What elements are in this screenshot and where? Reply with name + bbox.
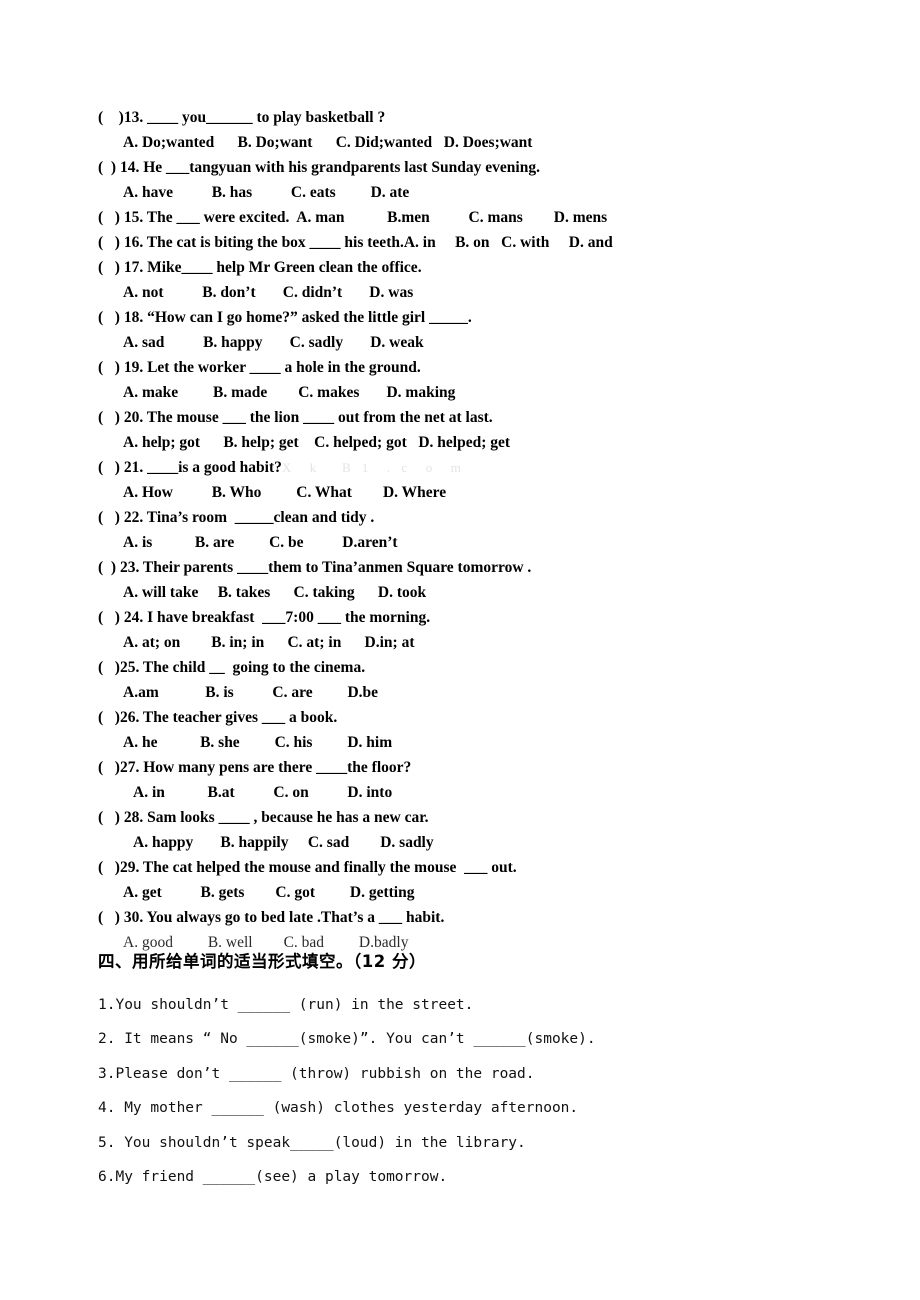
multiple-choice-block: ( )13. ____ you______ to play basketball… (98, 105, 888, 955)
question-stem-21: ( ) 21. ____is a good habit? (98, 459, 282, 476)
question-stem-25: ( )25. The child __ going to the cinema. (98, 659, 366, 676)
question-options-29: A. get B. gets C. got D. getting (123, 884, 415, 901)
question-options-24: A. at; on B. in; in C. at; in D.in; at (123, 634, 415, 651)
question-stem-27: ( )27. How many pens are there ____the f… (98, 759, 412, 776)
question-stem-21-row: ( ) 21. ____is a good habit?X k B 1 . c … (98, 455, 888, 480)
exam-page: ( )13. ____ you______ to play basketball… (0, 0, 920, 1300)
fill-item-2: 2. It means “ No ______(smoke)”. You can… (98, 1031, 596, 1048)
question-stem-23: ( ) 23. Their parents ____them to Tina’a… (98, 559, 532, 576)
question-options-21: A. How B. Who C. What D. Where (123, 484, 447, 501)
fill-item-5: 5. You shouldn’t speak_____(loud) in the… (98, 1134, 526, 1151)
question-options-14: A. have B. has C. eats D. ate (123, 184, 410, 201)
fill-item-3: 3.Please don’t ______ (throw) rubbish on… (98, 1065, 535, 1082)
question-stem-13: ( )13. ____ you______ to play basketball… (98, 109, 386, 126)
question-options-13: A. Do;wanted B. Do;want C. Did;wanted D.… (123, 134, 533, 151)
question-stem-26: ( )26. The teacher gives ___ a book. (98, 709, 338, 726)
question-options-25: A.am B. is C. are D.be (123, 684, 379, 701)
question-stem-24: ( ) 24. I have breakfast ___7:00 ___ the… (98, 609, 431, 626)
question-options-19: A. make B. made C. makes D. making (123, 384, 456, 401)
fill-item-4: 4. My mother ______ (wash) clothes yeste… (98, 1100, 579, 1117)
question-stem-29: ( )29. The cat helped the mouse and fina… (98, 859, 517, 876)
question-stem-30: ( ) 30. You always go to bed late .That’… (98, 909, 445, 926)
question-stem-28: ( ) 28. Sam looks ____ , because he has … (98, 809, 429, 826)
question-options-17: A. not B. don’t C. didn’t D. was (123, 284, 414, 301)
question-stem-19: ( ) 19. Let the worker ____ a hole in th… (98, 359, 421, 376)
question-options-27: A. in B.at C. on D. into (133, 784, 393, 801)
question-stem-14: ( ) 14. He ___tangyuan with his grandpar… (98, 159, 540, 176)
fill-item-6: 6.My friend ______(see) a play tomorrow. (98, 1169, 448, 1186)
watermark-text: X k B 1 . c o m (281, 460, 465, 475)
section-four-heading: 四、用所给单词的适当形式填空。（12 分） (98, 952, 426, 971)
question-stem-18: ( ) 18. “How can I go home?” asked the l… (98, 309, 472, 326)
question-options-23: A. will take B. takes C. taking D. took (123, 584, 427, 601)
question-stem-17: ( ) 17. Mike____ help Mr Green clean the… (98, 259, 422, 276)
question-stem-20: ( ) 20. The mouse ___ the lion ____ out … (98, 409, 493, 426)
section-four-list: 1.You shouldn’t ______ (run) in the stre… (98, 988, 888, 1194)
question-options-18: A. sad B. happy C. sadly D. weak (123, 334, 424, 351)
question-stem-22: ( ) 22. Tina’s room _____clean and tidy … (98, 509, 375, 526)
fill-item-1: 1.You shouldn’t ______ (run) in the stre… (98, 997, 474, 1013)
question-options-20: A. help; got B. help; get C. helped; got… (123, 434, 511, 451)
question-stem-16: ( ) 16. The cat is biting the box ____ h… (98, 234, 613, 251)
question-options-22: A. is B. are C. be D.aren’t (123, 534, 398, 551)
question-stem-15: ( ) 15. The ___ were excited. A. man B.m… (98, 209, 608, 226)
question-options-28: A. happy B. happily C. sad D. sadly (133, 834, 434, 851)
question-options-26: A. he B. she C. his D. him (123, 734, 393, 751)
